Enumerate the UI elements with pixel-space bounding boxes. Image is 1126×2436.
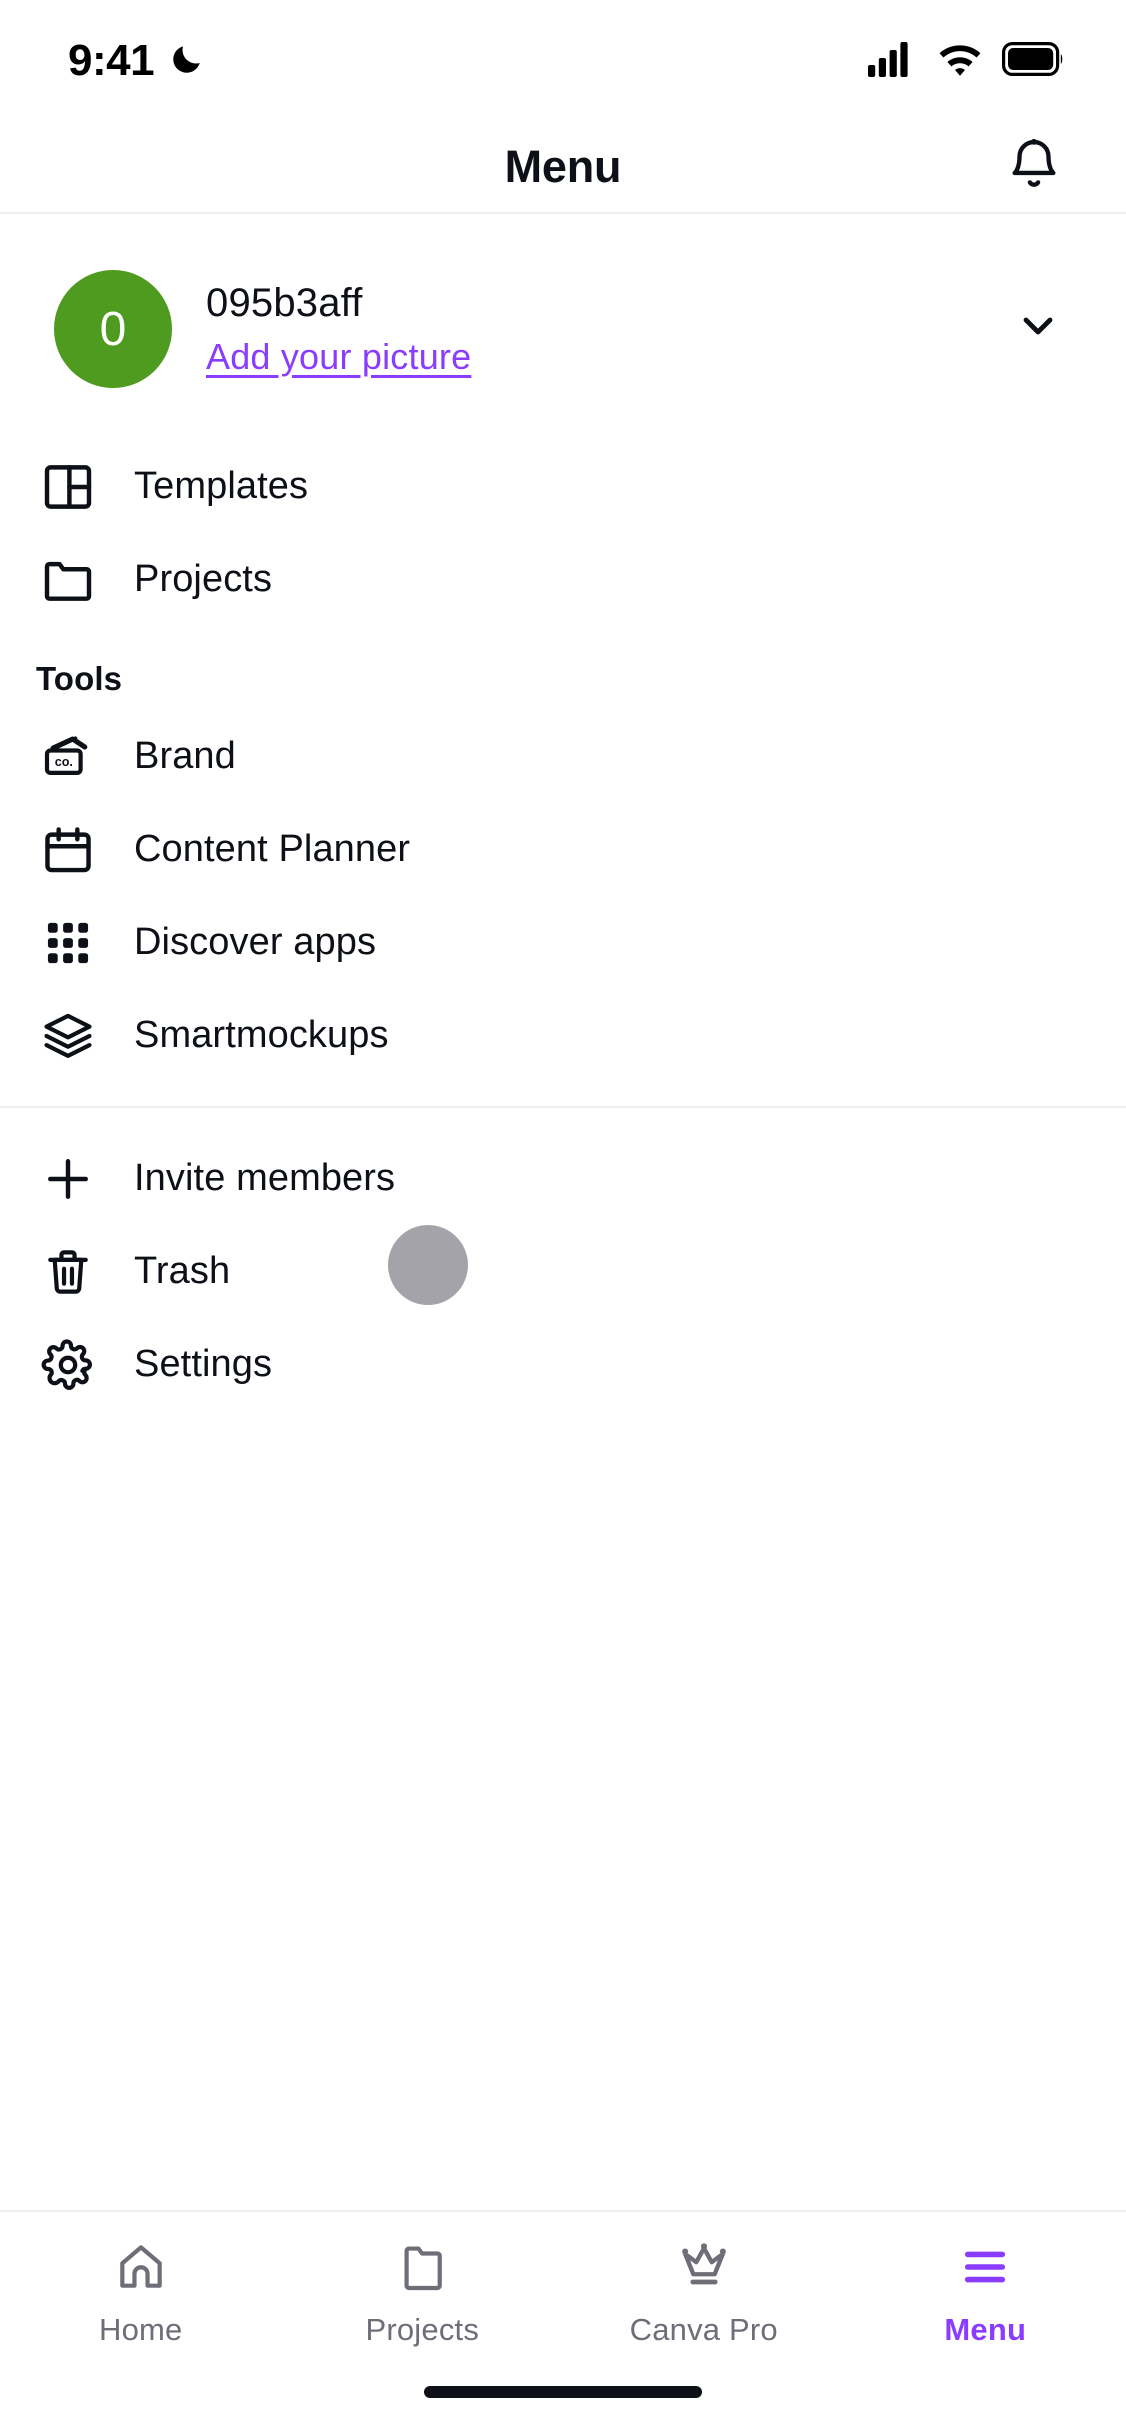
folder-icon [36,548,100,612]
tab-label: Menu [944,2312,1027,2347]
layers-stack-icon [36,1004,100,1068]
profile-username: 095b3aff [206,280,363,325]
gear-icon [36,1333,100,1397]
section-title-tools: Tools [36,660,123,697]
crescent-moon-icon [168,40,206,83]
status-time: 9:41 [68,36,155,85]
page-title: Menu [504,141,622,192]
profile-row[interactable]: 0 095b3aff Add your picture [0,214,1126,440]
profile-expand-button[interactable] [998,287,1078,367]
battery-full-icon [1002,41,1064,81]
menu-item-label: Invite members [134,1157,396,1199]
avatar-initial: 0 [99,302,127,356]
menu-item-label: Smartmockups [134,1014,389,1056]
plus-icon [36,1147,100,1211]
menu-item-discover-apps[interactable]: Discover apps [0,896,1126,989]
hamburger-menu-icon [957,2234,1013,2300]
menu-item-invite-members[interactable]: Invite members [0,1132,1126,1225]
brand-card-icon: co. [36,725,100,789]
menu-item-label: Projects [134,558,273,600]
bell-icon [1005,136,1063,199]
menu-item-settings[interactable]: Settings [0,1318,1126,1411]
trash-icon [36,1240,100,1304]
svg-text:co.: co. [55,755,73,769]
menu-item-label: Trash [134,1250,231,1292]
menu-item-label: Settings [134,1343,273,1385]
avatar: 0 [54,270,172,388]
status-bar-right [868,41,1064,82]
status-bar-left: 9:41 [68,36,206,86]
tab-projects[interactable]: Projects [282,2234,564,2348]
menu-item-trash[interactable]: Trash [0,1225,1126,1318]
templates-layout-icon [36,455,100,519]
home-indicator-area [0,2378,1126,2436]
calendar-icon [36,818,100,882]
tab-label: Canva Pro [629,2312,778,2347]
menu-item-content-planner[interactable]: Content Planner [0,803,1126,896]
menu-item-projects[interactable]: Projects [0,533,1126,626]
app-screen: 9:41 Menu 0 095b3aff Add your picture Te… [0,0,1126,2436]
home-icon [113,2234,169,2300]
tab-canva-pro[interactable]: Canva Pro [563,2234,845,2348]
apps-grid-icon [36,911,100,975]
wifi-icon [936,41,984,82]
menu-item-smartmockups[interactable]: Smartmockups [0,989,1126,1082]
crown-icon [675,2234,733,2300]
tab-home[interactable]: Home [0,2234,282,2348]
page-header: Menu [0,122,1126,214]
bottom-tab-bar: Home Projects Canva Pro Menu [0,2210,1126,2378]
chevron-down-icon [1014,301,1062,354]
menu-group-tools: Tools co. Brand Content Planner Discover… [0,626,1126,1082]
menu-item-label: Content Planner [134,828,411,870]
menu-item-templates[interactable]: Templates [0,440,1126,533]
menu-item-brand[interactable]: co. Brand [0,710,1126,803]
home-indicator [424,2386,702,2398]
menu-group-account: Invite members Trash Settings [0,1108,1126,1411]
tab-label: Home [99,2312,183,2347]
menu-item-label: Templates [134,465,309,507]
tab-menu[interactable]: Menu [845,2234,1126,2348]
menu-item-label: Discover apps [134,921,377,963]
add-picture-link[interactable]: Add your picture [206,336,471,378]
status-bar: 9:41 [0,0,1126,122]
menu-item-label: Brand [134,735,236,777]
cellular-signal-icon [868,41,918,82]
tab-label: Projects [365,2312,480,2347]
folder-icon [394,2234,450,2300]
profile-text: 095b3aff Add your picture [206,281,471,378]
notifications-button[interactable] [988,121,1080,213]
menu-group-primary: Templates Projects [0,440,1126,626]
